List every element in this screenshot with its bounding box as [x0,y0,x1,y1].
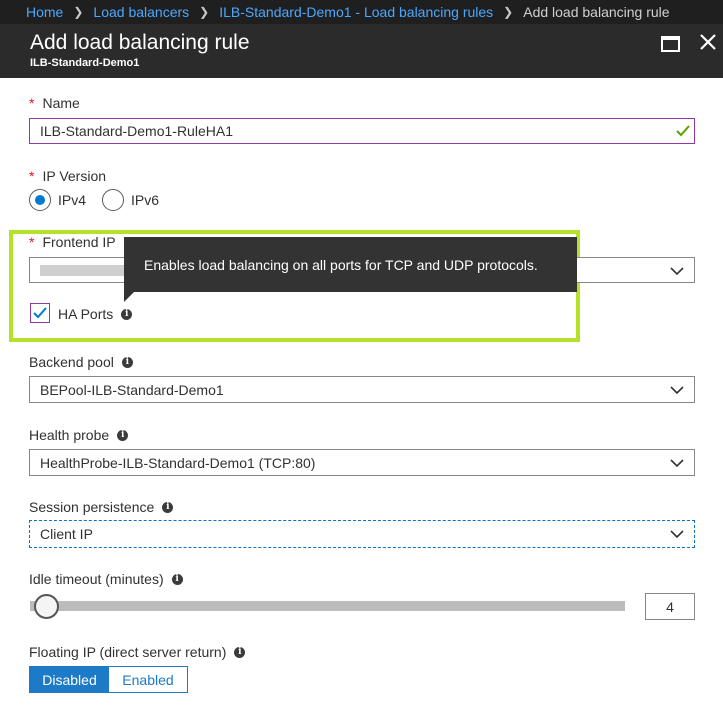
radio-unselected-icon [102,189,124,211]
ha-ports-checkbox[interactable] [30,303,50,323]
info-icon[interactable]: i [171,573,183,585]
idle-timeout-slider-track[interactable] [30,601,625,611]
radio-selected-icon [29,189,51,211]
page-subtitle: ILB-Standard-Demo1 [30,57,140,69]
breadcrumb-rules[interactable]: ILB-Standard-Demo1 - Load balancing rule… [219,4,493,20]
floating-ip-toggle: Disabled Enabled [29,666,188,693]
breadcrumb-home[interactable]: Home [26,4,63,20]
chevron-down-icon [670,459,684,468]
chevron-down-icon [670,267,684,276]
radio-ipv6[interactable]: IPv6 [102,189,159,211]
breadcrumb-load-balancers[interactable]: Load balancers [93,4,189,20]
breadcrumb: Home ❯ Load balancers ❯ ILB-Standard-Dem… [0,0,723,24]
health-probe-label: Health probe i [29,427,129,443]
floating-ip-enabled-button[interactable]: Enabled [109,667,187,692]
info-icon[interactable]: i [117,429,129,441]
floating-ip-disabled-button[interactable]: Disabled [30,667,109,692]
radio-ipv4[interactable]: IPv4 [29,189,86,211]
close-icon[interactable] [698,32,718,52]
info-icon[interactable]: i [162,501,174,513]
session-persistence-label: Session persistence i [29,499,174,515]
health-probe-dropdown[interactable]: HealthProbe-ILB-Standard-Demo1 (TCP:80) [29,449,695,476]
session-persistence-dropdown[interactable]: Client IP [29,520,695,548]
ha-ports-tooltip: Enables load balancing on all ports for … [124,237,577,292]
breadcrumb-current: Add load balancing rule [523,4,670,20]
name-label: * Name [29,95,80,111]
required-asterisk: * [29,234,35,250]
ha-ports-label: HA Ports i [58,306,133,322]
info-icon[interactable]: i [121,356,133,368]
chevron-right-icon: ❯ [503,5,514,19]
name-input[interactable]: ILB-Standard-Demo1-RuleHA1 [29,118,695,144]
page-title: Add load balancing rule [30,31,250,54]
ip-version-label: * IP Version [29,168,107,184]
name-value: ILB-Standard-Demo1-RuleHA1 [40,123,233,139]
info-icon[interactable]: i [121,308,133,320]
checkbox-check-icon [33,307,47,319]
frontend-ip-label: * Frontend IP [29,234,116,250]
required-asterisk: * [29,95,35,111]
chevron-right-icon: ❯ [73,5,84,19]
checkmark-icon [676,125,690,137]
chevron-down-icon [670,530,684,539]
backend-pool-label: Backend pool i [29,354,133,370]
blade-header: Add load balancing rule ILB-Standard-Dem… [0,24,723,78]
backend-pool-dropdown[interactable]: BEPool-ILB-Standard-Demo1 [29,376,695,403]
info-icon[interactable]: i [234,646,246,658]
maximize-icon[interactable] [661,36,680,52]
required-asterisk: * [29,168,35,184]
idle-timeout-input[interactable]: 4 [645,593,695,620]
chevron-right-icon: ❯ [199,5,210,19]
redacted-value [40,265,130,276]
idle-timeout-slider-thumb[interactable] [34,594,59,619]
chevron-down-icon [670,386,684,395]
floating-ip-label: Floating IP (direct server return) i [29,644,246,660]
tooltip-tail [124,292,134,302]
idle-timeout-label: Idle timeout (minutes) i [29,571,183,587]
